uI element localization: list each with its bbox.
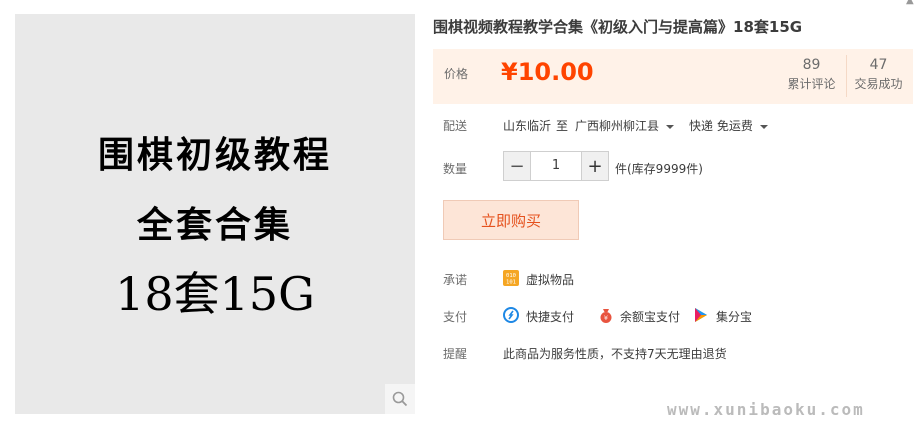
- shipping-method-value: 快递 免运费: [689, 119, 753, 133]
- jifenbao-icon: [695, 308, 707, 322]
- reviews-count: 89: [802, 57, 821, 73]
- promise-label: 承诺: [443, 273, 468, 287]
- yuebao-icon: ¥: [600, 309, 612, 323]
- svg-text:010: 010: [506, 273, 516, 279]
- image-text-line-2: 全套合集: [136, 204, 293, 246]
- chevron-down-icon: [666, 124, 675, 129]
- reviews-label: 累计评论: [787, 77, 836, 91]
- payment-quick[interactable]: 快捷支付: [526, 308, 574, 325]
- price-value: ¥10.00: [501, 58, 594, 86]
- payment-jifenbao[interactable]: 集分宝: [716, 308, 752, 325]
- quantity-increase-button[interactable]: +: [582, 152, 608, 180]
- price-panel: 价格 ¥10.00 89 累计评论 47 交易成功: [433, 49, 913, 104]
- magnifier-icon: [392, 391, 408, 407]
- image-text-line-1: 围棋初级教程: [97, 134, 332, 176]
- quantity-input[interactable]: 1: [530, 152, 582, 180]
- svg-text:¥: ¥: [604, 314, 608, 322]
- sales-label: 交易成功: [854, 77, 903, 91]
- reminder-label: 提醒: [443, 347, 468, 361]
- svg-text:101: 101: [506, 280, 516, 286]
- promise-item[interactable]: 虚拟物品: [526, 271, 574, 288]
- payment-label: 支付: [443, 310, 468, 324]
- reminder-text: 此商品为服务性质，不支持7天无理由退货: [503, 347, 727, 361]
- quantity-stepper: − 1 +: [503, 151, 609, 181]
- shipping-from: 山东临沂: [503, 119, 552, 133]
- buy-now-button[interactable]: 立即购买: [443, 200, 579, 240]
- quick-pay-icon: [503, 307, 519, 323]
- shipping-to-word: 至: [556, 119, 569, 133]
- virtual-goods-icon: 010 101: [503, 270, 519, 286]
- destination-select[interactable]: 广西柳州柳江县: [575, 117, 675, 134]
- stock-info: 件(库存9999件): [615, 162, 703, 176]
- reviews-stat[interactable]: 89 累计评论: [780, 55, 843, 93]
- chevron-down-icon: [759, 124, 768, 129]
- sales-count: 47: [869, 57, 888, 73]
- image-text-line-3: 18套15G: [115, 267, 315, 321]
- shipping-label: 配送: [443, 119, 468, 133]
- product-image[interactable]: 围棋初级教程 全套合集 18套15G: [15, 14, 415, 414]
- price-label: 价格: [444, 67, 469, 81]
- sales-stat: 47 交易成功: [847, 55, 910, 93]
- product-title: 围棋视频教程教学合集《初级入门与提高篇》18套15G: [433, 18, 803, 36]
- destination-value: 广西柳州柳江县: [575, 119, 660, 133]
- shipping-method-select[interactable]: 快递 免运费: [689, 117, 768, 134]
- corner-arrow-icon: ▲: [906, 0, 914, 6]
- site-watermark: www.xunibaoku.com: [667, 400, 865, 419]
- quantity-decrease-button[interactable]: −: [504, 152, 530, 180]
- zoom-button[interactable]: [385, 384, 415, 414]
- quantity-label: 数量: [443, 162, 468, 176]
- payment-yuebao[interactable]: 余额宝支付: [620, 308, 680, 325]
